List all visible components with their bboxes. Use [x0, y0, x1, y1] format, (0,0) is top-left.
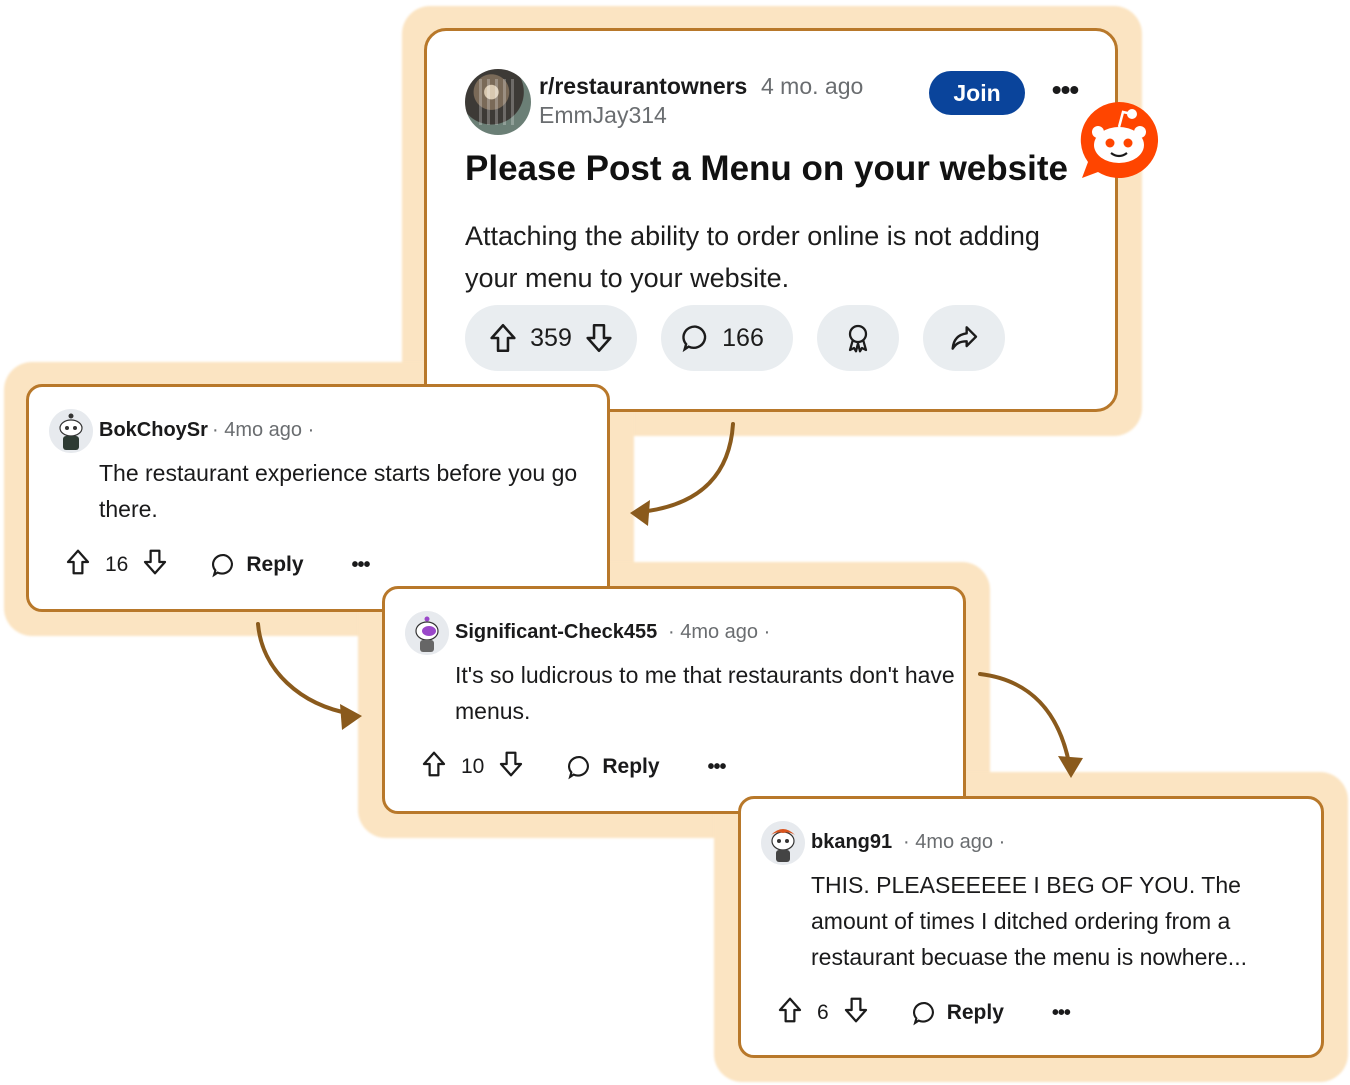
downvote-icon[interactable] [140, 547, 170, 583]
comment-vote-count: 16 [105, 553, 129, 576]
reply-button[interactable]: Reply [210, 551, 304, 579]
upvote-icon[interactable] [775, 995, 805, 1031]
comment-username[interactable]: bkang91 [811, 831, 892, 854]
reply-label: Reply [946, 1001, 1004, 1024]
reply-label: Reply [602, 755, 660, 778]
comment-icon [912, 1002, 934, 1026]
user-avatar[interactable] [761, 821, 805, 865]
comment-card[interactable]: BokChoySr · 4mo ago · The restaurant exp… [26, 384, 610, 612]
comment-time: · 4mo ago · [668, 621, 771, 643]
downvote-icon[interactable] [841, 995, 871, 1031]
comment-more-button[interactable]: ••• [1052, 1002, 1071, 1025]
comment-vote-count: 10 [461, 755, 485, 778]
upvote-icon[interactable] [63, 547, 93, 583]
reply-button[interactable]: Reply [911, 999, 1004, 1027]
comment-more-button[interactable]: ••• [352, 554, 371, 577]
comment-actions: 16 Reply ••• [63, 547, 371, 583]
comment-icon [568, 756, 590, 780]
comment-card[interactable]: bkang91 · 4mo ago · THIS. PLEASEEEEE I B… [738, 796, 1324, 1058]
comment-username[interactable]: Significant-Check455 [455, 621, 657, 644]
downvote-icon[interactable] [496, 749, 526, 785]
comment-time: · 4mo ago · [903, 831, 1006, 853]
reply-label: Reply [246, 553, 304, 576]
reply-button[interactable]: Reply [566, 753, 660, 781]
comment-actions: 6 Reply ••• [775, 995, 1071, 1031]
comment-card[interactable]: Significant-Check455 · 4mo ago · It's so… [382, 586, 966, 814]
user-avatar[interactable] [405, 611, 449, 655]
comment-time: · 4mo ago · [212, 419, 315, 441]
comment-icon [212, 554, 234, 578]
comment-body: THIS. PLEASEEEEE I BEG OF YOU. The amoun… [811, 872, 1247, 970]
upvote-icon[interactable] [419, 749, 449, 785]
comment-actions: 10 Reply ••• [419, 749, 727, 785]
comment-body: It's so ludicrous to me that restaurants… [455, 662, 955, 724]
comment-vote-count: 6 [817, 1001, 829, 1024]
comment-more-button[interactable]: ••• [708, 756, 727, 779]
user-avatar[interactable] [49, 409, 93, 453]
comment-body: The restaurant experience starts before … [99, 460, 578, 522]
comment-username[interactable]: BokChoySr [99, 419, 208, 442]
